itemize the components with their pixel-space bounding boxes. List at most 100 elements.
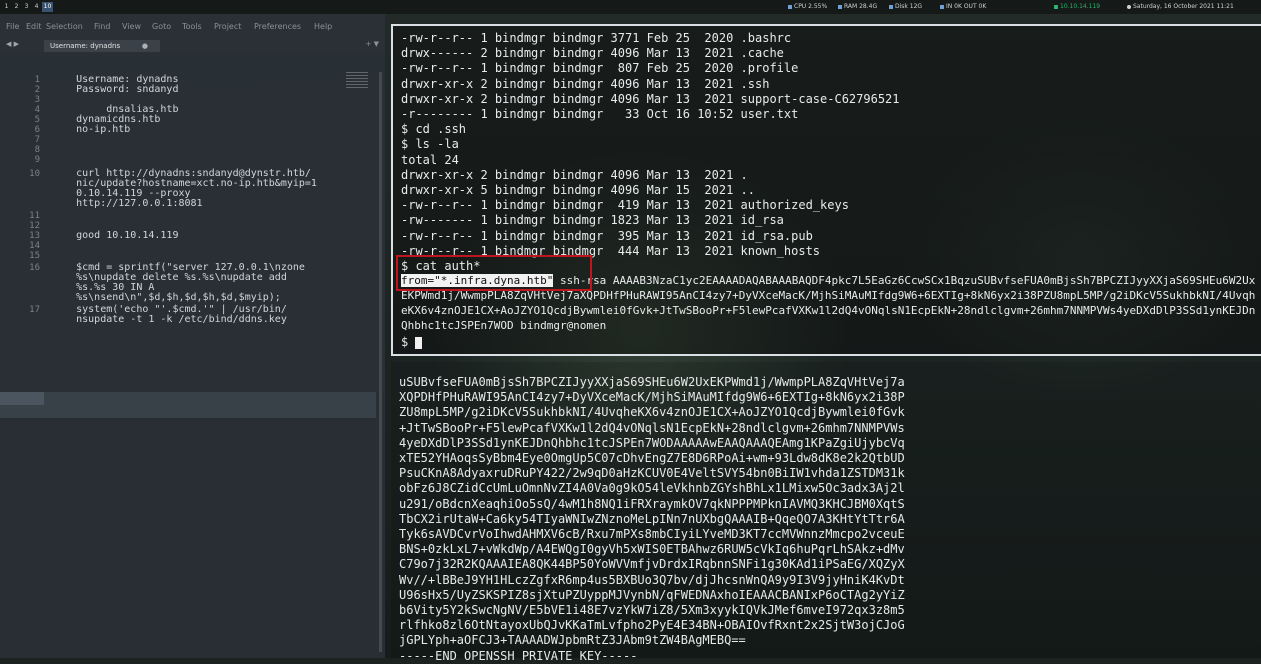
tab-bar: ◀ ▶ Username: dynadns ● + ▼ (0, 39, 385, 53)
code-line: %s\nsend\n",$d,$h,$d,$h,$d,$myip); (40, 292, 281, 303)
minimap[interactable] (346, 72, 368, 90)
line-number: 10 (29, 169, 40, 179)
network-indicator: IN 0K OUT 0K (940, 3, 986, 11)
line-number: 6 (34, 125, 40, 135)
line-number: 4 (34, 105, 40, 115)
line-number: 14 (29, 241, 40, 251)
tab-nav-arrows-icon[interactable]: ◀ ▶ (6, 40, 19, 48)
line-number: 16 (29, 263, 40, 273)
disk-icon (889, 4, 893, 9)
text-editor-window: File Edit Selection Find View Goto Tools… (0, 14, 385, 658)
clock: Saturday, 16 October 2021 11:21 (1127, 3, 1234, 11)
private-key-line: U96sHx5/UyZSKSPIZ8sjXtuPZUyppMJVynbN/qFW… (399, 587, 905, 602)
status-bar: 1 2 3 4 10 CPU 2.55% RAM 28.4G Disk 12G … (0, 0, 1261, 14)
terminal-output-line: drwxr-xr-x 2 bindmgr bindmgr 4096 Mar 13… (401, 167, 748, 182)
terminal-output-line: drwxr-xr-x 2 bindmgr bindmgr 4096 Mar 13… (401, 91, 900, 106)
code-line: nsupdate -t 1 -k /etc/bind/ddns.key (40, 314, 287, 325)
menu-selection[interactable]: Selection (46, 22, 83, 31)
terminal-output-line: drwx------ 2 bindmgr bindmgr 4096 Mar 13… (401, 46, 784, 61)
private-key-line: BNS+0zkLxL7+vWkdWp/A4EWQgI0gyVh5xWIS0ETB… (399, 542, 905, 557)
code-line: good 10.10.14.119 (40, 230, 179, 241)
terminal-output-line: -rw-r--r-- 1 bindmgr bindmgr 3771 Feb 25… (401, 31, 792, 45)
code-line: http://127.0.0.1:8081 (40, 198, 203, 209)
prompt-symbol: $ (401, 335, 416, 349)
line-number: 8 (34, 145, 40, 155)
tab-menu-icon[interactable]: + ▼ (366, 40, 379, 48)
workspace-1[interactable]: 1 (2, 2, 11, 12)
code-area[interactable]: 1 Username: dynadns 2 Password: sndanyd 3 4… (0, 57, 385, 658)
terminal-output-line: total 24 (401, 152, 459, 167)
terminal-output-line: -rw------- 1 bindmgr bindmgr 1823 Mar 13… (401, 213, 784, 228)
line-number: 7 (34, 135, 40, 145)
cpu-icon (788, 4, 792, 9)
menu-view[interactable]: View (122, 22, 141, 31)
terminal-output-line: -r-------- 1 bindmgr bindmgr 33 Oct 16 1… (401, 107, 799, 121)
menu-goto[interactable]: Goto (152, 22, 171, 31)
private-key-line: rlfhko8zl6OtNtayoxUbQJvKKaTmLvfpho2PyE4E… (399, 618, 905, 633)
red-highlight-annotation (396, 255, 592, 291)
line-number: 13 (29, 231, 40, 241)
terminal-cursor (415, 336, 423, 349)
private-key-line: XQPDHfPHuRAWI95AnCI4zy7+DyVXceMacK/MjhSi… (399, 390, 905, 405)
private-key-line: xTE52YHAoqsSyBbm4Eye0OmgUp5C07cDhvEngZ7E… (399, 451, 905, 465)
network-icon (940, 4, 944, 9)
ram-icon (838, 4, 842, 9)
terminal-window-top[interactable]: -rw-r--r-- 1 bindmgr bindmgr 3771 Feb 25… (391, 24, 1261, 356)
workspace-3[interactable]: 3 (22, 2, 31, 12)
ip-value: 10.10.14.119 (1060, 3, 1101, 10)
terminal-output-line: $ ls -la (401, 137, 459, 152)
cpu-value: CPU 2.55% (794, 3, 828, 10)
line-number: 17 (29, 305, 40, 315)
private-key-line: 4yeDXdDlP3SSd1ynKEJDnQhbhc1tcJSPEn7WODAA… (399, 435, 905, 450)
private-key-line: jGPLYph+aOFCJ3+TAAAADWJpbmRtZ3JAbm9tZW4B… (399, 633, 746, 648)
network-value: IN 0K OUT 0K (946, 3, 987, 10)
current-line-number-highlight (0, 392, 44, 405)
terminal-output-line: drwxr-xr-x 5 bindmgr bindmgr 4096 Mar 15… (401, 183, 756, 197)
private-key-line: PsuCKnA8AdyaxruDRuPY422/2w9qD0aHzKCUV0E4… (399, 466, 905, 481)
menu-project[interactable]: Project (214, 22, 241, 31)
menu-file[interactable]: File (6, 22, 19, 31)
terminal-window-bottom[interactable]: uSUBvfseFUA0mBjsSh7BPCZIJyyXXjaS69SHEu6W… (391, 362, 1261, 663)
private-key-line: b6Vity5Y2kSwcNgNV/E5bVE1i48E7vzYkW7iZ8/5… (399, 603, 905, 617)
datetime-value: Saturday, 16 October 2021 11:21 (1133, 3, 1234, 10)
tab-close-icon[interactable]: ● (142, 40, 148, 52)
line-number: 9 (34, 155, 40, 165)
terminal-output-line: $ cd .ssh (401, 122, 467, 137)
private-key-line: ZU8mpL5MP/g2iDKcV5SukhbkNI/4UvqheKX6v4zn… (399, 405, 905, 420)
tab-username-dynadns[interactable]: Username: dynadns ● (44, 40, 160, 52)
line-number: 11 (29, 211, 40, 221)
terminal-output-line: -rw-r--r-- 1 bindmgr bindmgr 395 Mar 13 … (401, 228, 813, 243)
current-line-highlight (0, 392, 376, 418)
disk-indicator: Disk 12G (889, 3, 922, 11)
private-key-line: Tyk6sAVDCvrVoIhwdAHMXV6cB/Rxu7mPXs8mbCIy… (399, 527, 905, 541)
private-key-line: u291/oBdcnXeaqhiOo5sQ/4wM1h8NQ1iFRXraymk… (399, 496, 905, 511)
clock-icon (1127, 4, 1131, 9)
menu-bar: File Edit Selection Find View Goto Tools… (0, 22, 385, 34)
ram-value: RAM 28.4G (844, 3, 878, 10)
line-number: 15 (29, 251, 40, 261)
code-line: Password: sndanyd (40, 84, 179, 95)
code-line: no-ip.htb (40, 124, 131, 135)
private-key-line: Wv//+lBBeJ9YH1HLczZgfxR6mp4us5BXBUo3Q7bv… (399, 572, 905, 587)
private-key-line: obFz6J8CZidCcUmLuOmnNvZI4A0Va0g9kO54leVk… (399, 481, 905, 496)
terminal-output-line: drwxr-xr-x 2 bindmgr bindmgr 4096 Mar 13… (401, 76, 770, 91)
ip-indicator: 10.10.14.119 (1054, 3, 1100, 11)
ip-icon (1054, 4, 1058, 9)
line-number: 3 (34, 95, 40, 105)
menu-help[interactable]: Help (314, 22, 332, 31)
workspace-2[interactable]: 2 (12, 2, 21, 12)
ram-indicator: RAM 28.4G (838, 3, 877, 11)
private-key-line: +JtTwSBooPr+F5lewPcafVXKw1l2dQ4vONqlsN1E… (399, 420, 905, 435)
menu-preferences[interactable]: Preferences (254, 22, 301, 31)
workspace-4[interactable]: 4 (32, 2, 41, 12)
menu-edit[interactable]: Edit (26, 22, 42, 31)
menu-find[interactable]: Find (94, 22, 110, 31)
terminal-prompt[interactable]: $ (401, 335, 423, 349)
disk-value: Disk 12G (895, 3, 923, 10)
line-number: 1 (34, 75, 40, 85)
vertical-scrollbar[interactable] (379, 72, 382, 652)
workspace-10[interactable]: 10 (42, 2, 53, 12)
menu-tools[interactable]: Tools (182, 22, 202, 31)
line-number: 12 (29, 221, 40, 231)
line-number: 2 (34, 85, 40, 95)
